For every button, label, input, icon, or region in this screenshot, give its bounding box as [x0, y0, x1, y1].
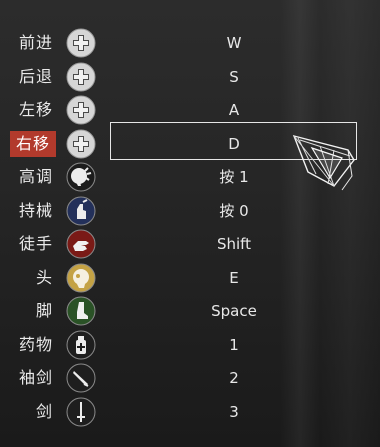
control-row-forward[interactable]: 前进 W [0, 26, 380, 60]
key-binding[interactable]: 1 [110, 332, 358, 358]
control-row-back[interactable]: 后退 S [0, 60, 380, 94]
key-binding[interactable]: W [110, 30, 358, 56]
control-row-sword[interactable]: 剑 3 [0, 395, 380, 429]
action-label: 前进 [18, 33, 53, 52]
foot-icon [66, 296, 96, 326]
controls-list: 前进 W 后退 S 左移 A 右移 D 高调 按 1 持械 按 0 徒手 Shi… [0, 26, 380, 428]
action-label: 药物 [18, 334, 53, 354]
assassin-cursor-icon [292, 134, 355, 191]
dpad-icon [66, 129, 96, 159]
medicine-icon [66, 330, 96, 360]
control-row-head[interactable]: 头 E [0, 261, 380, 295]
arm-weapon-icon [66, 196, 96, 226]
dpad-icon [66, 95, 96, 125]
action-label-selected: 右移 [10, 130, 56, 157]
key-binding[interactable]: Space [110, 298, 358, 324]
sword-icon [66, 397, 96, 427]
key-binding[interactable]: E [110, 265, 358, 291]
key-binding[interactable]: 2 [110, 365, 358, 391]
key-binding[interactable]: S [110, 64, 358, 90]
action-label: 徒手 [18, 234, 53, 253]
control-row-foot[interactable]: 脚 Space [0, 294, 380, 328]
action-label: 左移 [18, 100, 53, 119]
control-row-hidden-blade[interactable]: 袖剑 2 [0, 361, 380, 395]
hidden-blade-icon [66, 363, 96, 393]
key-binding[interactable]: Shift [110, 231, 358, 257]
high-profile-icon [66, 162, 96, 192]
action-label: 持械 [18, 200, 53, 220]
dpad-icon [66, 62, 96, 92]
empty-hand-icon [66, 229, 96, 259]
dpad-icon [66, 28, 96, 58]
action-label: 高调 [18, 167, 53, 186]
control-row-medicine[interactable]: 药物 1 [0, 328, 380, 362]
action-label: 头 [35, 267, 53, 287]
action-label: 脚 [35, 301, 53, 320]
control-row-arm[interactable]: 持械 按 0 [0, 194, 380, 228]
action-label: 袖剑 [18, 368, 53, 387]
key-binding[interactable]: A [110, 97, 358, 123]
action-label: 后退 [18, 66, 53, 86]
head-icon [66, 263, 96, 293]
control-row-empty-hand[interactable]: 徒手 Shift [0, 227, 380, 261]
action-label: 剑 [35, 401, 53, 421]
key-binding[interactable]: 按 0 [110, 198, 358, 224]
key-binding[interactable]: 3 [110, 399, 358, 425]
